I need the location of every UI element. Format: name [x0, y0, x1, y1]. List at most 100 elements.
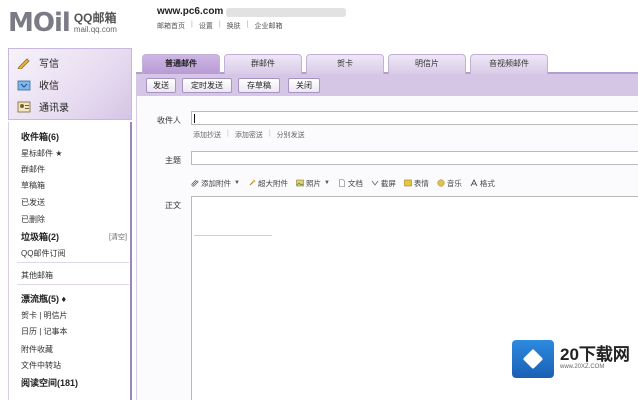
music-icon — [437, 179, 445, 187]
separator: | — [268, 130, 271, 137]
link-reading-space[interactable]: 阅读空间(181) — [21, 376, 78, 389]
recipient-input[interactable] — [191, 111, 638, 125]
add-attachment-label: 添加附件 — [201, 178, 231, 188]
folder-subscriptions[interactable]: QQ邮件订阅 — [21, 248, 65, 259]
add-attachment-button[interactable]: 添加附件 ▼ — [191, 178, 240, 189]
divider — [17, 262, 129, 263]
send-separately-link[interactable]: 分别发送 — [277, 130, 305, 140]
receive-label: 收信 — [39, 81, 59, 92]
folder-drift-bottle[interactable]: 漂流瓶(5) ♦ — [21, 292, 66, 305]
watermark-text: 20下载网 www.20XZ.COM — [560, 345, 630, 371]
contacts-icon — [17, 101, 31, 112]
link-settings[interactable]: 设置 — [199, 21, 213, 31]
site-watermark: 20下载网 www.20XZ.COM — [512, 340, 630, 378]
tab-normal-mail[interactable]: 普通邮件 — [142, 54, 220, 74]
compose-toolbar: 发送 定时发送 存草稿 关闭 — [136, 74, 638, 96]
emoticon-icon — [404, 179, 412, 187]
recipient-label: 收件人 — [157, 116, 181, 125]
subject-input[interactable] — [191, 151, 638, 165]
screenshot-button[interactable]: 截屏 — [371, 178, 396, 189]
document-button[interactable]: 文档 — [338, 178, 363, 189]
compose-tabs: 普通邮件 群邮件 贺卡 明信片 音视频邮件 — [136, 48, 638, 74]
folder-group-mail[interactable]: 群邮件 — [21, 164, 45, 175]
header-links: 邮箱首页 | 设置 | 换肤 | 企业邮箱 — [157, 21, 282, 31]
link-skin[interactable]: 换肤 — [227, 21, 241, 31]
document-icon — [339, 179, 345, 187]
folder-spam[interactable]: 垃圾箱(2) — [21, 230, 59, 243]
music-label: 音乐 — [446, 178, 462, 188]
folder-starred[interactable]: 星标邮件 ★ — [21, 148, 62, 159]
folder-list: 收件箱(6) 星标邮件 ★ 群邮件 草稿箱 已发送 已删除 垃圾箱(2) [清空… — [8, 122, 132, 400]
big-attachment-label: 超大附件 — [257, 178, 288, 188]
link-file-transfer[interactable]: 文件中转站 — [21, 360, 61, 371]
close-button[interactable]: 关闭 — [288, 78, 320, 93]
body-label: 正文 — [165, 201, 181, 210]
link-mail-home[interactable]: 邮箱首页 — [157, 21, 185, 31]
signature-line — [194, 235, 272, 236]
watermark-title: 20下载网 — [560, 345, 630, 364]
document-label: 文档 — [347, 178, 363, 188]
compose-button[interactable]: 写信 — [17, 55, 59, 70]
send-button[interactable]: 发送 — [146, 78, 176, 93]
clear-spam-link[interactable]: [清空] — [109, 232, 127, 242]
logo-subtitle: QQ邮箱 mail.qq.com — [74, 12, 117, 36]
tab-postcard[interactable]: 明信片 — [388, 54, 466, 74]
compose-label: 写信 — [39, 59, 59, 70]
pencil-icon — [17, 57, 30, 69]
format-icon — [470, 179, 478, 187]
add-cc-link[interactable]: 添加抄送 — [193, 130, 221, 140]
sidebar-actions: 写信 收信 通讯录 — [8, 48, 132, 120]
qq-mail-logo[interactable]: MOil QQ邮箱 mail.qq.com — [8, 6, 117, 36]
blurred-account — [226, 8, 346, 17]
folder-drafts[interactable]: 草稿箱 — [21, 180, 45, 191]
site-name: www.pc6.com — [157, 6, 224, 17]
subject-label: 主题 — [165, 156, 181, 165]
format-label: 格式 — [479, 178, 495, 188]
logo-title: QQ邮箱 — [73, 11, 117, 25]
separator: | — [246, 21, 249, 28]
link-calendar-notes[interactable]: 日历 | 记事本 — [21, 326, 68, 337]
folder-inbox[interactable]: 收件箱(6) — [21, 130, 59, 143]
divider — [17, 284, 129, 285]
folder-sent[interactable]: 已发送 — [21, 197, 45, 208]
emoticon-button[interactable]: 表情 — [404, 178, 429, 189]
attachment-toolbar: 添加附件 ▼ 超大附件 照片 ▼ 文档 截屏 表情 音乐 格式 — [191, 176, 638, 190]
screenshot-icon — [371, 180, 379, 186]
folder-other-mailboxes[interactable]: 其他邮箱 — [21, 270, 53, 281]
separator: | — [191, 21, 193, 28]
contacts-button[interactable]: 通讯录 — [17, 99, 69, 114]
scheduled-send-button[interactable]: 定时发送 — [182, 78, 232, 93]
logo-domain: mail.qq.com — [73, 25, 117, 34]
tab-group-mail[interactable]: 群邮件 — [224, 54, 302, 74]
contacts-label: 通讯录 — [39, 103, 69, 114]
link-attachment-favorites[interactable]: 附件收藏 — [21, 344, 53, 355]
separator: | — [227, 130, 229, 137]
chevron-down-icon[interactable]: ▼ — [234, 180, 240, 186]
tab-av-mail[interactable]: 音视频邮件 — [470, 54, 548, 74]
save-draft-button[interactable]: 存草稿 — [238, 78, 280, 93]
inbox-icon — [17, 80, 31, 90]
music-button[interactable]: 音乐 — [437, 178, 462, 189]
receive-button[interactable]: 收信 — [17, 77, 59, 92]
big-attachment-button[interactable]: 超大附件 — [248, 178, 288, 189]
link-enterprise-mail[interactable]: 企业邮箱 — [254, 21, 282, 31]
logo-wordmark: MOil — [8, 8, 71, 38]
header: MOil QQ邮箱 mail.qq.com www.pc6.com 邮箱首页 |… — [0, 0, 638, 44]
chevron-down-icon[interactable]: ▼ — [324, 180, 330, 186]
cube-icon — [522, 348, 544, 370]
add-bcc-link[interactable]: 添加密送 — [235, 130, 263, 140]
paperclip-icon — [191, 179, 199, 187]
link-cards-postcards[interactable]: 贺卡 | 明信片 — [21, 310, 68, 321]
format-button[interactable]: 格式 — [470, 178, 495, 189]
emoticon-label: 表情 — [413, 178, 429, 188]
photo-button[interactable]: 照片 ▼ — [296, 178, 330, 189]
folder-deleted[interactable]: 已删除 — [21, 214, 45, 225]
photo-icon — [296, 179, 304, 187]
text-cursor — [194, 114, 195, 123]
tab-greeting-card[interactable]: 贺卡 — [306, 54, 384, 74]
recipient-links: 添加抄送 | 添加密送 | 分别发送 — [193, 130, 305, 140]
big-attachment-icon — [249, 179, 256, 186]
watermark-logo-icon — [512, 340, 554, 378]
separator: | — [218, 21, 221, 28]
photo-label: 照片 — [305, 178, 321, 188]
